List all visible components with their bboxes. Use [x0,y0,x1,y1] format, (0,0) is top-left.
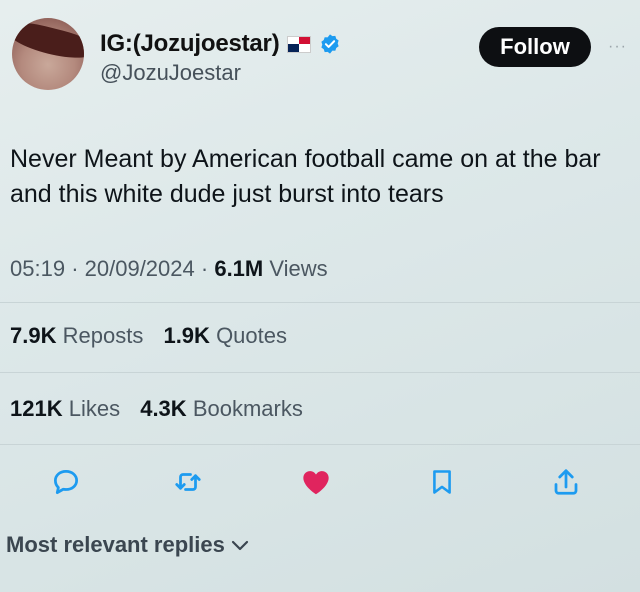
bookmarks-count: 4.3K [140,396,187,421]
meta-separator: · [200,256,209,281]
quotes-count: 1.9K [163,323,210,348]
reposts-label: Reposts [62,323,144,348]
retweet-icon [175,473,201,491]
bookmarks-stat[interactable]: 4.3K Bookmarks [140,396,303,421]
quotes-label: Quotes [216,323,287,348]
reposts-stat[interactable]: 7.9K Reposts [10,323,149,348]
share-button[interactable] [546,462,586,502]
like-icon-filled [303,471,329,495]
views-label: Views [269,256,328,281]
reply-button[interactable] [46,462,86,502]
replies-sort-dropdown[interactable]: Most relevant replies [6,532,249,558]
likes-count: 121K [10,396,63,421]
avatar[interactable] [12,18,84,90]
quotes-stat[interactable]: 1.9K Quotes [163,323,287,348]
avatar-headband [12,18,84,65]
divider [0,372,640,373]
likes-label: Likes [68,396,121,421]
views-count: 6.1M [214,256,264,281]
more-options-icon[interactable]: ··· [608,38,627,56]
like-button[interactable] [296,462,336,502]
user-handle[interactable]: @JozuJoestar [100,60,241,86]
display-name[interactable]: IG:(Jozujoestar) [100,30,341,58]
meta-separator: · [71,256,79,281]
bookmark-button[interactable] [422,462,462,502]
divider [0,444,640,445]
reposts-count: 7.9K [10,323,57,348]
tweet-text: Never Meant by American football came on… [10,145,601,208]
chevron-down-icon [231,540,248,551]
stats-row-reposts-quotes: 7.9K Reposts 1.9K Quotes [10,323,301,349]
action-bar [0,462,640,502]
bookmarks-label: Bookmarks [192,396,303,421]
tweet-date[interactable]: 20/09/2024 [85,256,195,281]
replies-sort-label: Most relevant replies [6,532,225,557]
share-icon [554,469,578,495]
tweet-time[interactable]: 05:19 [10,256,65,281]
reply-icon [54,470,78,494]
retweet-button[interactable] [168,462,208,502]
verified-badge-icon [321,34,340,54]
divider [0,302,640,303]
bookmark-icon [433,470,451,494]
display-name-text: IG:(Jozujoestar) [100,30,280,57]
likes-stat[interactable]: 121K Likes [10,396,126,421]
tweet-meta: 05:19 · 20/09/2024 · 6.1M Views [10,256,328,282]
panama-flag-icon [287,35,312,53]
stats-row-likes-bookmarks: 121K Likes 4.3K Bookmarks [10,396,317,422]
follow-button[interactable]: Follow [479,27,591,67]
